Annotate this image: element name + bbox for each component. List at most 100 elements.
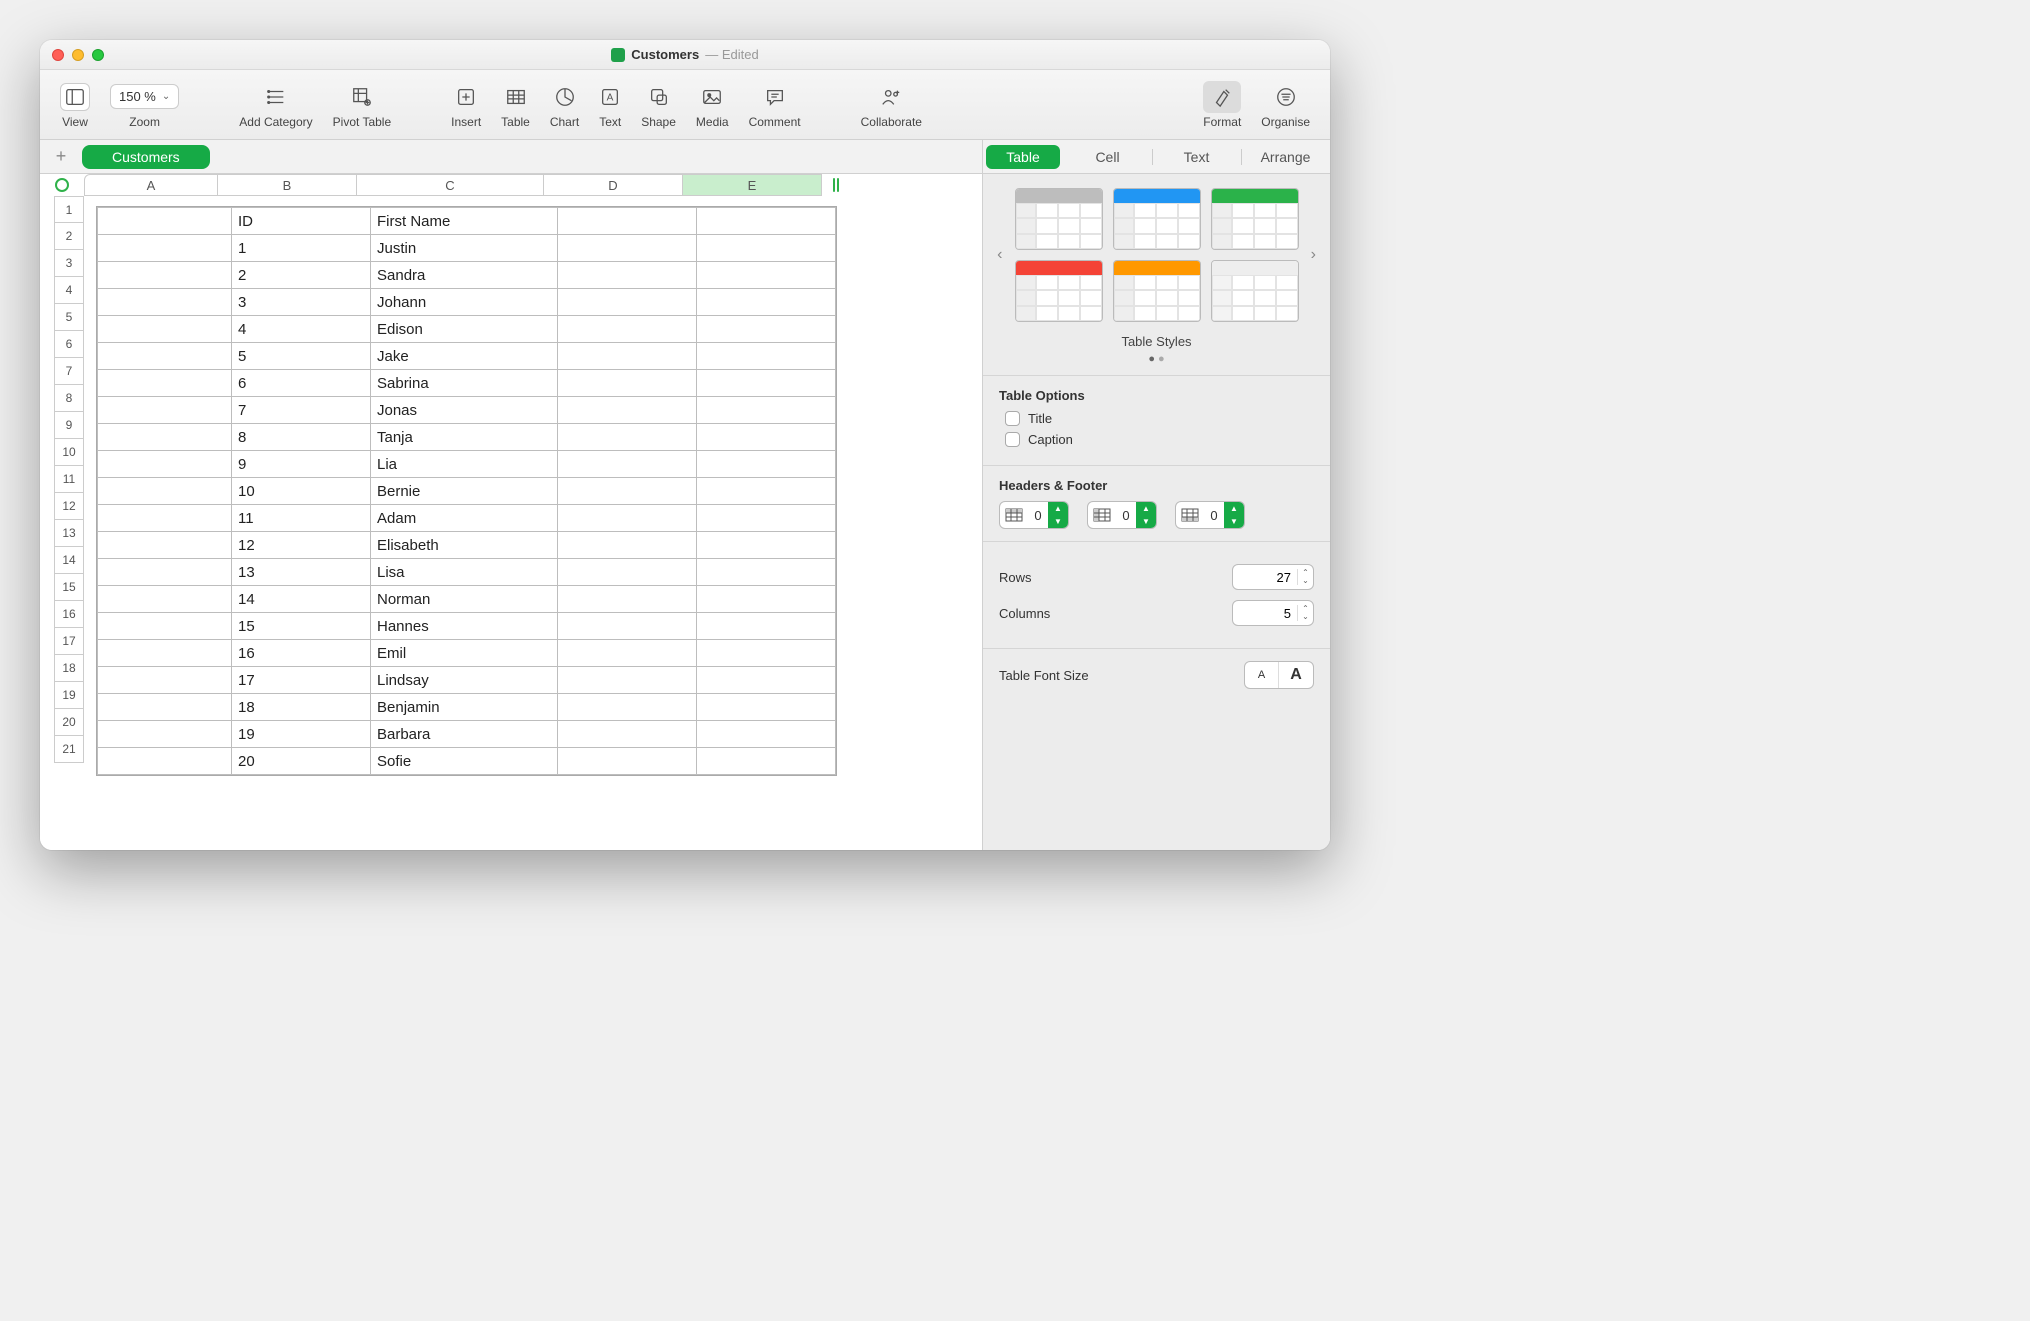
cell[interactable]: First Name: [371, 208, 558, 235]
cell[interactable]: [558, 316, 697, 343]
close-window-button[interactable]: [52, 49, 64, 61]
cell[interactable]: 11: [232, 505, 371, 532]
column-header-D[interactable]: D: [544, 174, 683, 196]
cell[interactable]: [558, 397, 697, 424]
styles-page-dots[interactable]: ● ●: [983, 353, 1330, 365]
cell[interactable]: 18: [232, 694, 371, 721]
cell[interactable]: 4: [232, 316, 371, 343]
cell[interactable]: 10: [232, 478, 371, 505]
footer-rows-stepper[interactable]: 0 ▲▼: [1175, 501, 1245, 529]
cell[interactable]: Sandra: [371, 262, 558, 289]
table-selector-handle[interactable]: [40, 174, 84, 196]
row-header[interactable]: 18: [54, 655, 84, 682]
cell[interactable]: [558, 370, 697, 397]
cell[interactable]: 6: [232, 370, 371, 397]
organise-button[interactable]: Organise: [1261, 81, 1310, 129]
styles-prev-button[interactable]: ‹: [991, 246, 1009, 264]
cell[interactable]: [697, 640, 836, 667]
media-button[interactable]: Media: [696, 81, 729, 129]
cell[interactable]: Barbara: [371, 721, 558, 748]
row-header[interactable]: 5: [54, 304, 84, 331]
cell[interactable]: [697, 235, 836, 262]
column-header-C[interactable]: C: [357, 174, 544, 196]
row-header[interactable]: 1: [54, 196, 84, 223]
row-header[interactable]: 15: [54, 574, 84, 601]
cell[interactable]: 9: [232, 451, 371, 478]
cell[interactable]: [98, 586, 232, 613]
cell[interactable]: [98, 397, 232, 424]
caption-checkbox[interactable]: Caption: [1005, 432, 1314, 447]
cell[interactable]: ID: [232, 208, 371, 235]
cell[interactable]: Elisabeth: [371, 532, 558, 559]
cell[interactable]: [98, 505, 232, 532]
cell[interactable]: Emil: [371, 640, 558, 667]
cell[interactable]: [98, 370, 232, 397]
title-checkbox[interactable]: Title: [1005, 411, 1314, 426]
cell[interactable]: Jake: [371, 343, 558, 370]
row-header[interactable]: 21: [54, 736, 84, 763]
cell[interactable]: [697, 667, 836, 694]
cell[interactable]: [697, 370, 836, 397]
cell[interactable]: Bernie: [371, 478, 558, 505]
cell[interactable]: [98, 694, 232, 721]
cell[interactable]: 8: [232, 424, 371, 451]
cell[interactable]: [558, 262, 697, 289]
cell[interactable]: Lia: [371, 451, 558, 478]
cell[interactable]: [697, 262, 836, 289]
cell[interactable]: [558, 289, 697, 316]
cell[interactable]: [98, 451, 232, 478]
cell[interactable]: [558, 748, 697, 775]
add-sheet-button[interactable]: +: [48, 145, 74, 169]
cell[interactable]: [98, 289, 232, 316]
row-header[interactable]: 3: [54, 250, 84, 277]
cell[interactable]: [98, 721, 232, 748]
shape-button[interactable]: Shape: [641, 81, 676, 129]
cell[interactable]: [98, 262, 232, 289]
row-header[interactable]: 2: [54, 223, 84, 250]
text-button[interactable]: A Text: [599, 81, 621, 129]
cell[interactable]: [697, 424, 836, 451]
cell[interactable]: Norman: [371, 586, 558, 613]
cell[interactable]: [98, 748, 232, 775]
row-header[interactable]: 7: [54, 358, 84, 385]
fullscreen-window-button[interactable]: [92, 49, 104, 61]
cell[interactable]: 7: [232, 397, 371, 424]
row-header[interactable]: 17: [54, 628, 84, 655]
insert-button[interactable]: Insert: [451, 81, 481, 129]
row-header[interactable]: 8: [54, 385, 84, 412]
cell[interactable]: Hannes: [371, 613, 558, 640]
cell[interactable]: [558, 613, 697, 640]
cell[interactable]: Edison: [371, 316, 558, 343]
inspector-tab-table[interactable]: Table: [986, 145, 1060, 169]
pivot-table-button[interactable]: Pivot Table: [333, 81, 391, 129]
row-header[interactable]: 14: [54, 547, 84, 574]
cell[interactable]: Jonas: [371, 397, 558, 424]
cell[interactable]: 3: [232, 289, 371, 316]
cell[interactable]: [558, 505, 697, 532]
cell[interactable]: [558, 667, 697, 694]
header-rows-stepper[interactable]: 0 ▲▼: [999, 501, 1069, 529]
sheet-tab-customers[interactable]: Customers: [82, 145, 210, 169]
row-header[interactable]: 20: [54, 709, 84, 736]
cell[interactable]: 5: [232, 343, 371, 370]
cell[interactable]: [697, 289, 836, 316]
cell[interactable]: 19: [232, 721, 371, 748]
cell[interactable]: [697, 478, 836, 505]
row-header[interactable]: 6: [54, 331, 84, 358]
cell[interactable]: [558, 694, 697, 721]
cell[interactable]: [697, 208, 836, 235]
cell[interactable]: [558, 235, 697, 262]
row-header[interactable]: 12: [54, 493, 84, 520]
cell[interactable]: [98, 316, 232, 343]
cell[interactable]: 16: [232, 640, 371, 667]
row-header[interactable]: 9: [54, 412, 84, 439]
cell[interactable]: [697, 343, 836, 370]
cell[interactable]: [697, 505, 836, 532]
cell[interactable]: [697, 532, 836, 559]
styles-next-button[interactable]: ›: [1305, 246, 1323, 264]
view-button[interactable]: View: [60, 81, 90, 129]
cell[interactable]: Sabrina: [371, 370, 558, 397]
cell[interactable]: 17: [232, 667, 371, 694]
columns-input[interactable]: ⌃⌄: [1232, 600, 1314, 626]
cell[interactable]: [98, 235, 232, 262]
